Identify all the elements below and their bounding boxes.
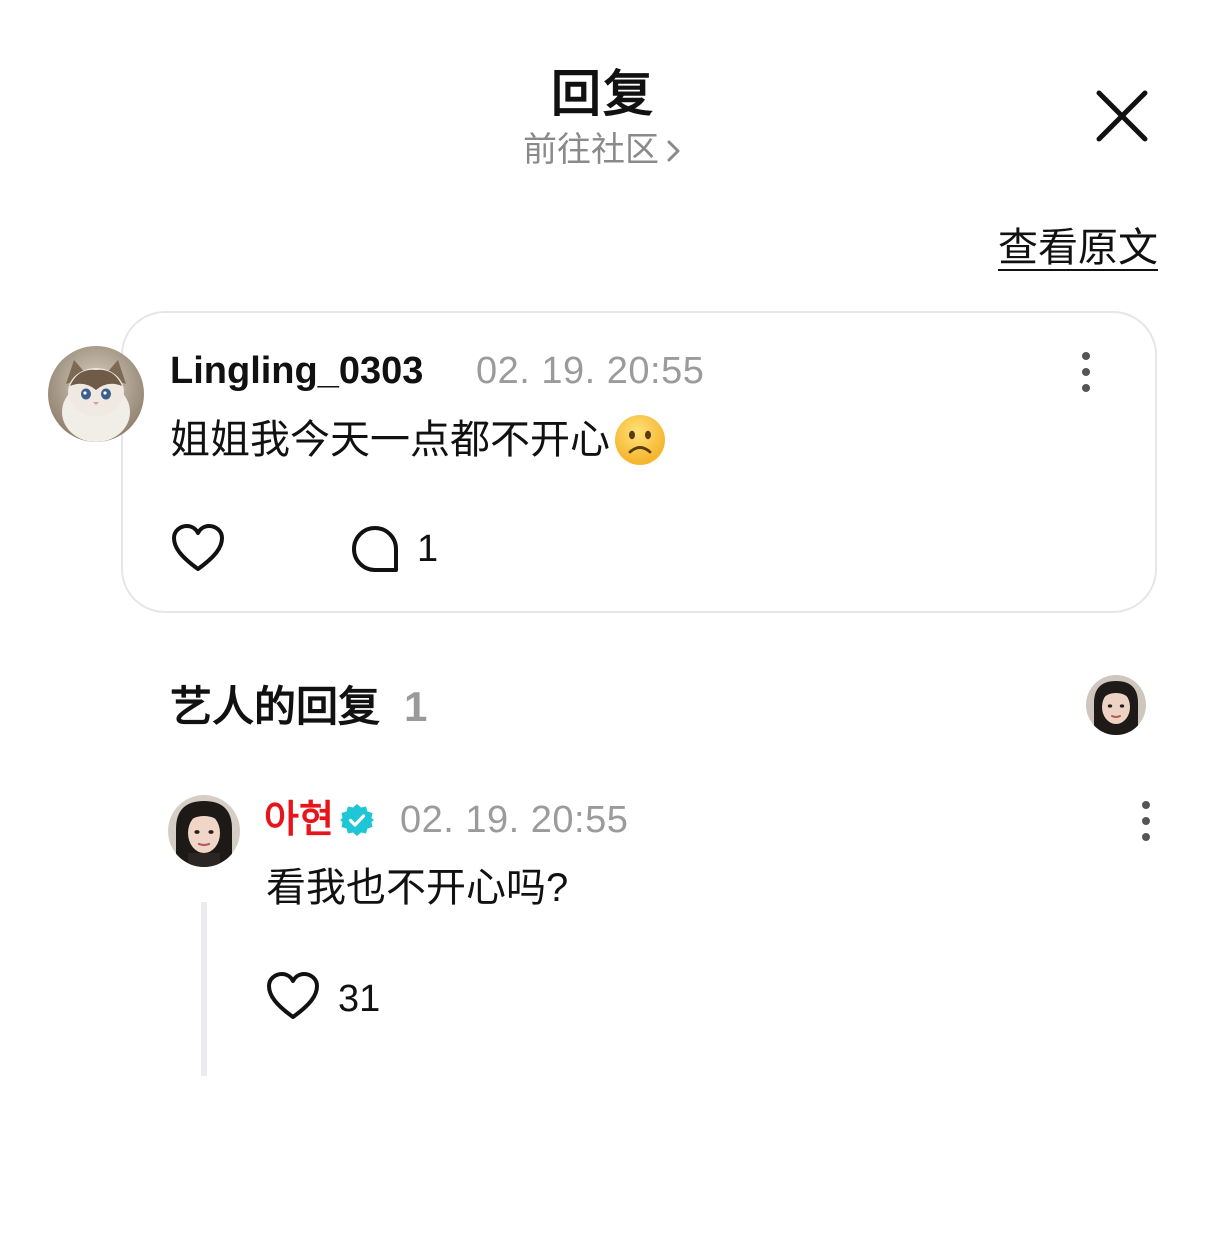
reply-like-count: 31 (338, 978, 381, 1020)
heart-icon[interactable] (265, 970, 321, 1022)
artist-avatar[interactable] (168, 795, 240, 867)
frowning-face-emoji (615, 415, 665, 465)
comment-text: 姐姐我今天一点都不开心 (170, 418, 610, 462)
reply-timestamp: 02. 19. 20:55 (400, 799, 629, 841)
artist-photo (168, 795, 240, 867)
comment-username[interactable]: Lingling_0303 (170, 348, 423, 394)
go-to-community-label: 前往社区 (523, 131, 659, 169)
user-avatar[interactable] (48, 346, 144, 442)
verified-badge-icon (340, 804, 374, 836)
chevron-right-icon (667, 140, 680, 162)
go-to-community-link[interactable]: 前往社区 (0, 128, 1206, 172)
comment-text-row: 姐姐我今天一点都不开心 (170, 414, 666, 466)
reply-count: 1 (417, 528, 439, 570)
page-title: 回复 (551, 66, 655, 122)
artist-replies-count: 1 (404, 683, 428, 730)
artist-name[interactable]: 아현 (264, 797, 334, 843)
artist-photo-small (1086, 675, 1146, 735)
close-icon[interactable] (1092, 86, 1152, 146)
comment-timestamp: 02. 19. 20:55 (476, 350, 705, 392)
more-options-icon[interactable] (1136, 799, 1156, 843)
heart-icon[interactable] (170, 522, 226, 574)
thread-line (201, 902, 207, 1076)
reply-text: 看我也不开心吗? (266, 866, 569, 910)
view-original-link[interactable]: 查看原文 (998, 222, 1158, 274)
chat-bubble-icon[interactable] (350, 524, 400, 574)
more-options-icon[interactable] (1076, 350, 1096, 394)
artist-avatar-small[interactable] (1086, 675, 1146, 735)
artist-replies-title: 艺人的回复 (170, 683, 381, 730)
cat-avatar-image (48, 346, 144, 442)
